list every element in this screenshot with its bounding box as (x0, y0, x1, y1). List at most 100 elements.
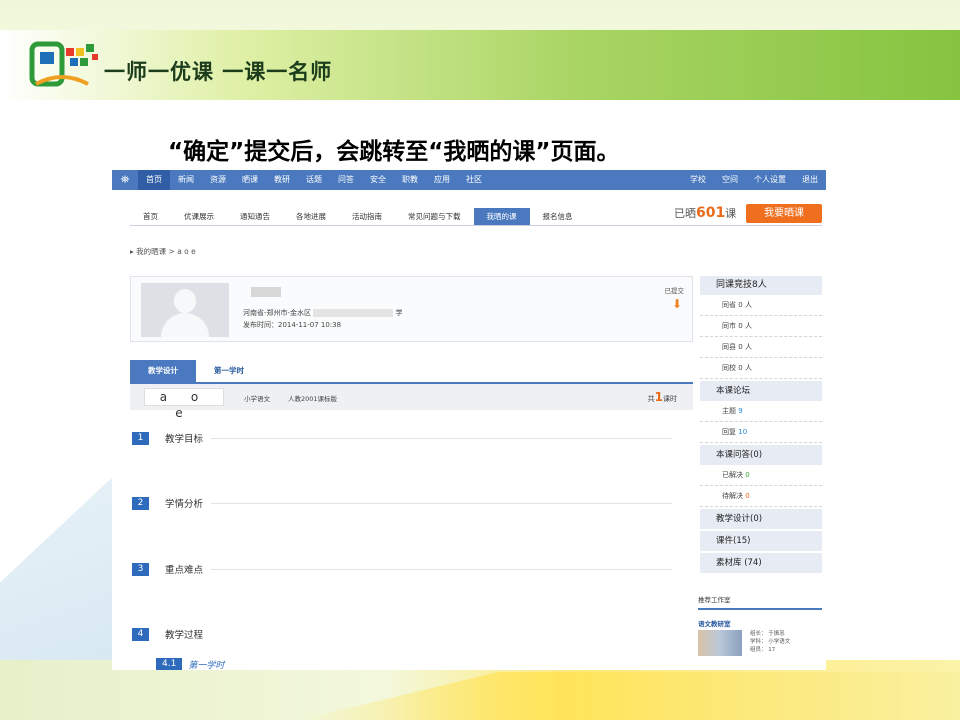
topnav-item-resources[interactable]: 资源 (202, 170, 234, 190)
section-label: 教学过程 (165, 630, 204, 641)
sidebar-link-teaching-design[interactable]: 教学设计(0) (700, 509, 822, 529)
download-icon[interactable]: ⬇ (672, 297, 682, 311)
section-number: 2 (132, 496, 149, 510)
row-label: 同校 (722, 364, 736, 372)
qa-header[interactable]: 本课问答(0) (700, 445, 822, 465)
lesson-subject: 小学语文 (244, 395, 270, 403)
sidebar-link-materials[interactable]: 素材库 (74) (700, 553, 822, 573)
tab-progress[interactable]: 各地进展 (283, 208, 339, 225)
slide-heading: “确定”提交后，会跳转至“我晒的课”页面。 (168, 139, 620, 165)
teacher-location: 河南省-郑州市-金水区 学 (243, 308, 403, 318)
tab-my-shared-lessons[interactable]: 我晒的课 (473, 208, 530, 225)
topnav-item-home[interactable]: 首页 (138, 170, 170, 190)
row-label: 待解决 (722, 492, 743, 500)
section-key-points: 3 重点难点 (132, 562, 672, 576)
topnav-item-school[interactable]: 学校 (682, 170, 714, 190)
forum-row-replies[interactable]: 回复 10 (700, 422, 822, 443)
topnav-item-logout[interactable]: 退出 (794, 170, 826, 190)
row-label: 回复 (722, 428, 736, 436)
studio-leader: 组长： 于振忠 (750, 631, 785, 637)
tab-registration[interactable]: 报名信息 (530, 208, 586, 225)
topnav-item-qa[interactable]: 问答 (330, 170, 362, 190)
competition-row-county: 同县 0 人 (700, 337, 822, 358)
tab-first-period[interactable]: 第一学时 (196, 360, 262, 382)
topnav-item-apps[interactable]: 应用 (426, 170, 458, 190)
topnav-item-news[interactable]: 新闻 (170, 170, 202, 190)
avatar-head-icon (174, 289, 196, 313)
row-value: 0 (745, 471, 750, 479)
forum-row-topics[interactable]: 主题 9 (700, 401, 822, 422)
top-navigation: ⛯ 首页 新闻 资源 晒课 教研 话题 问答 安全 职教 应用 社区 学校 空间… (112, 170, 826, 190)
section-label: 重点难点 (165, 565, 204, 576)
competition-row-school: 同校 0 人 (700, 358, 822, 379)
topnav-item-topics[interactable]: 话题 (298, 170, 330, 190)
avatar-body-icon (161, 313, 209, 337)
lesson-title-bar: a o e 小学语文 人教2001课标版 共1课时 (130, 384, 693, 420)
section-number: 4 (132, 627, 149, 641)
topnav-item-research[interactable]: 教研 (266, 170, 298, 190)
subnav-divider (130, 225, 822, 226)
row-unit: 人 (744, 301, 752, 309)
studio-name[interactable]: 语文教研室 (698, 618, 822, 628)
studio-info: 组长： 于振忠 学科： 小学语文 组员： 17 (750, 630, 790, 654)
competition-header: 同课竞技8人 (700, 276, 822, 295)
row-value: 0 (738, 322, 743, 330)
row-label: 同市 (722, 322, 736, 330)
topnav-item-community[interactable]: 社区 (458, 170, 490, 190)
tab-faq-download[interactable]: 常见问题与下载 (395, 208, 474, 225)
section-rule (211, 502, 672, 504)
lesson-edition: 人教2001课标版 (288, 395, 338, 403)
section-rule (211, 568, 672, 570)
site-logo-icon[interactable]: ⛯ (112, 170, 138, 190)
section-rule (211, 437, 672, 439)
topnav-item-share[interactable]: 晒课 (234, 170, 266, 190)
topnav-item-safety[interactable]: 安全 (362, 170, 394, 190)
school-suffix: 学 (395, 309, 403, 317)
tab-showcase[interactable]: 优课展示 (171, 208, 227, 225)
section-label: 教学目标 (165, 434, 204, 445)
shared-count-suffix: 课 (725, 207, 737, 220)
row-value: 0 (738, 301, 743, 309)
lesson-tabs: 教学设计 第一学时 (130, 360, 262, 382)
tab-teaching-design[interactable]: 教学设计 (130, 360, 196, 382)
avatar (141, 283, 229, 337)
tab-guide[interactable]: 活动指南 (339, 208, 395, 225)
periods-prefix: 共 (647, 395, 655, 403)
section-teaching-process: 4 教学过程 (132, 627, 672, 641)
tab-home[interactable]: 首页 (130, 208, 171, 225)
recommended-studio: 推荐工作室 语文教研室 组长： 于振忠 学科： 小学语文 组员： 17 (698, 594, 822, 656)
row-unit: 人 (744, 364, 752, 372)
section-student-analysis: 2 学情分析 (132, 496, 672, 510)
subsection-first-period: 4.1 第一学时 (156, 658, 224, 670)
forum-header[interactable]: 本课论坛 (700, 381, 822, 401)
sidebar-link-courseware[interactable]: 课件(15) (700, 531, 822, 551)
topnav-item-vocational[interactable]: 职教 (394, 170, 426, 190)
topnav-item-space[interactable]: 空间 (714, 170, 746, 190)
section-number: 1 (132, 431, 149, 445)
qa-row-solved[interactable]: 已解决 0 (700, 465, 822, 486)
periods-value: 1 (654, 390, 663, 404)
share-lesson-button[interactable]: 我要晒课 (746, 204, 822, 223)
studio-subject: 学科： 小学语文 (750, 639, 791, 645)
section-number: 3 (132, 562, 149, 576)
competition-row-city: 同市 0 人 (700, 316, 822, 337)
lesson-title: a o e (144, 388, 224, 420)
website-screenshot: ⛯ 首页 新闻 资源 晒课 教研 话题 问答 安全 职教 应用 社区 学校 空间… (112, 170, 826, 670)
qa-row-pending[interactable]: 待解决 0 (700, 486, 822, 507)
sidebar: 同课竞技8人 同省 0 人 同市 0 人 同县 0 人 同校 0 人 本课论坛 … (700, 276, 822, 573)
studio-section-title: 推荐工作室 (698, 594, 822, 610)
section-objectives: 1 教学目标 (132, 431, 672, 445)
studio-thumbnail[interactable] (698, 630, 742, 656)
sub-navigation: 首页 优课展示 通知通告 各地进展 活动指南 常见问题与下载 我晒的课 报名信息 (130, 208, 586, 225)
periods-suffix: 课时 (663, 395, 677, 403)
status-badge: 已提交 (664, 287, 685, 295)
row-label: 同省 (722, 301, 736, 309)
publish-time: 发布时间：2014-11-07 10:38 (243, 321, 342, 329)
subsection-number: 4.1 (156, 658, 183, 670)
row-value: 9 (738, 407, 743, 415)
topnav-item-settings[interactable]: 个人设置 (746, 170, 794, 190)
tab-notices[interactable]: 通知通告 (227, 208, 283, 225)
row-label: 同县 (722, 343, 736, 351)
subsection-label[interactable]: 第一学时 (188, 658, 224, 670)
location-text: 河南省-郑州市-金水区 (243, 309, 312, 317)
